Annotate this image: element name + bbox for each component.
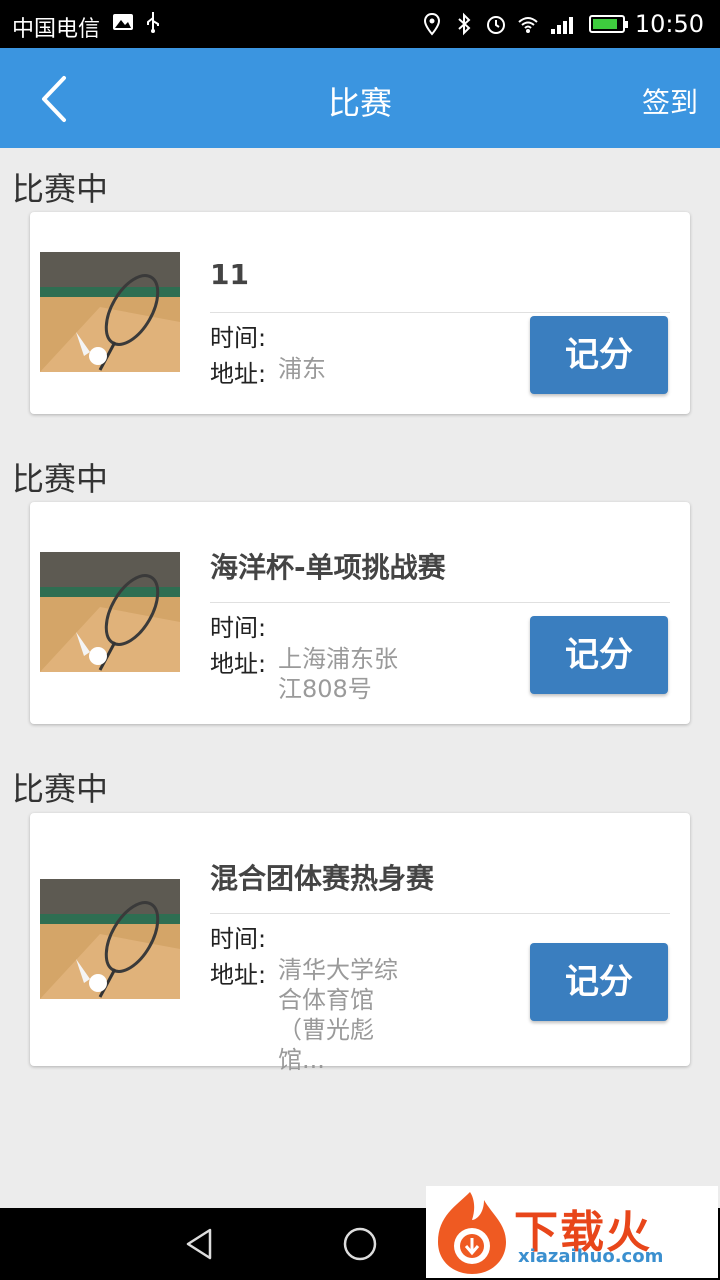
address-label: 地址: <box>210 360 267 388</box>
address-line: 上海浦东张 <box>278 645 398 673</box>
nav-home-icon[interactable] <box>340 1226 380 1262</box>
match-thumbnail <box>40 252 180 372</box>
section-status: 比赛中 <box>12 460 109 498</box>
address-value: 清华大学综 合体育馆 （曹光彪馆... <box>278 955 418 1075</box>
match-thumbnail <box>40 879 180 999</box>
score-button[interactable]: 记分 <box>530 316 668 394</box>
battery-icon <box>588 15 628 33</box>
nav-back-icon[interactable] <box>180 1226 220 1262</box>
address-line: 浦东 <box>278 355 326 383</box>
address-line: 合体育馆 <box>278 986 374 1014</box>
match-thumbnail <box>40 552 180 672</box>
app-header: 比赛 签到 <box>0 48 720 148</box>
score-button[interactable]: 记分 <box>530 943 668 1021</box>
page-title: 比赛 <box>327 84 392 122</box>
match-card[interactable]: 11 时间: 地址: 浦东 记分 <box>30 212 690 414</box>
match-card[interactable]: 海洋杯-单项挑战赛 时间: 地址: 上海浦东张 江808号 记分 <box>30 502 690 724</box>
address-line: 江808号 <box>278 675 372 703</box>
usb-icon <box>147 12 159 33</box>
bluetooth-icon <box>458 12 471 36</box>
fire-logo-icon <box>438 1192 506 1274</box>
address-label: 地址: <box>210 650 267 678</box>
time-label: 时间: <box>210 324 267 352</box>
score-button[interactable]: 记分 <box>530 616 668 694</box>
time-label: 时间: <box>210 614 267 642</box>
badminton-image <box>40 552 180 672</box>
status-bar: 中国电信 10:50 <box>0 0 720 48</box>
address-line: （曹光彪馆... <box>278 1016 374 1074</box>
location-icon <box>423 12 440 36</box>
match-name: 混合团体赛热身赛 <box>210 862 435 895</box>
address-label: 地址: <box>210 961 267 989</box>
address-value: 上海浦东张 江808号 <box>278 644 418 704</box>
match-name: 11 <box>210 258 249 291</box>
watermark-url: xiazaihuo.com <box>518 1246 664 1267</box>
carrier-name: 中国电信 <box>12 17 101 42</box>
badminton-image <box>40 252 180 372</box>
address-line: 清华大学综 <box>278 956 398 984</box>
section-status: 比赛中 <box>12 170 109 208</box>
divider <box>210 602 670 603</box>
clock: 10:50 <box>634 10 704 38</box>
watermark-logo: 下载火 xiazaihuo.com <box>426 1186 718 1278</box>
divider <box>210 913 670 914</box>
time-label: 时间: <box>210 925 267 953</box>
match-name: 海洋杯-单项挑战赛 <box>210 551 446 584</box>
section-status: 比赛中 <box>12 770 109 808</box>
badminton-image <box>40 879 180 999</box>
checkin-button[interactable]: 签到 <box>642 81 698 121</box>
wifi-icon <box>518 17 538 33</box>
signal-icon <box>550 17 573 34</box>
alarm-icon <box>486 16 505 34</box>
divider <box>210 312 670 313</box>
address-value: 浦东 <box>278 354 418 384</box>
photo-icon <box>113 14 133 30</box>
match-card[interactable]: 混合团体赛热身赛 时间: 地址: 清华大学综 合体育馆 （曹光彪馆... 记分 <box>30 813 690 1074</box>
